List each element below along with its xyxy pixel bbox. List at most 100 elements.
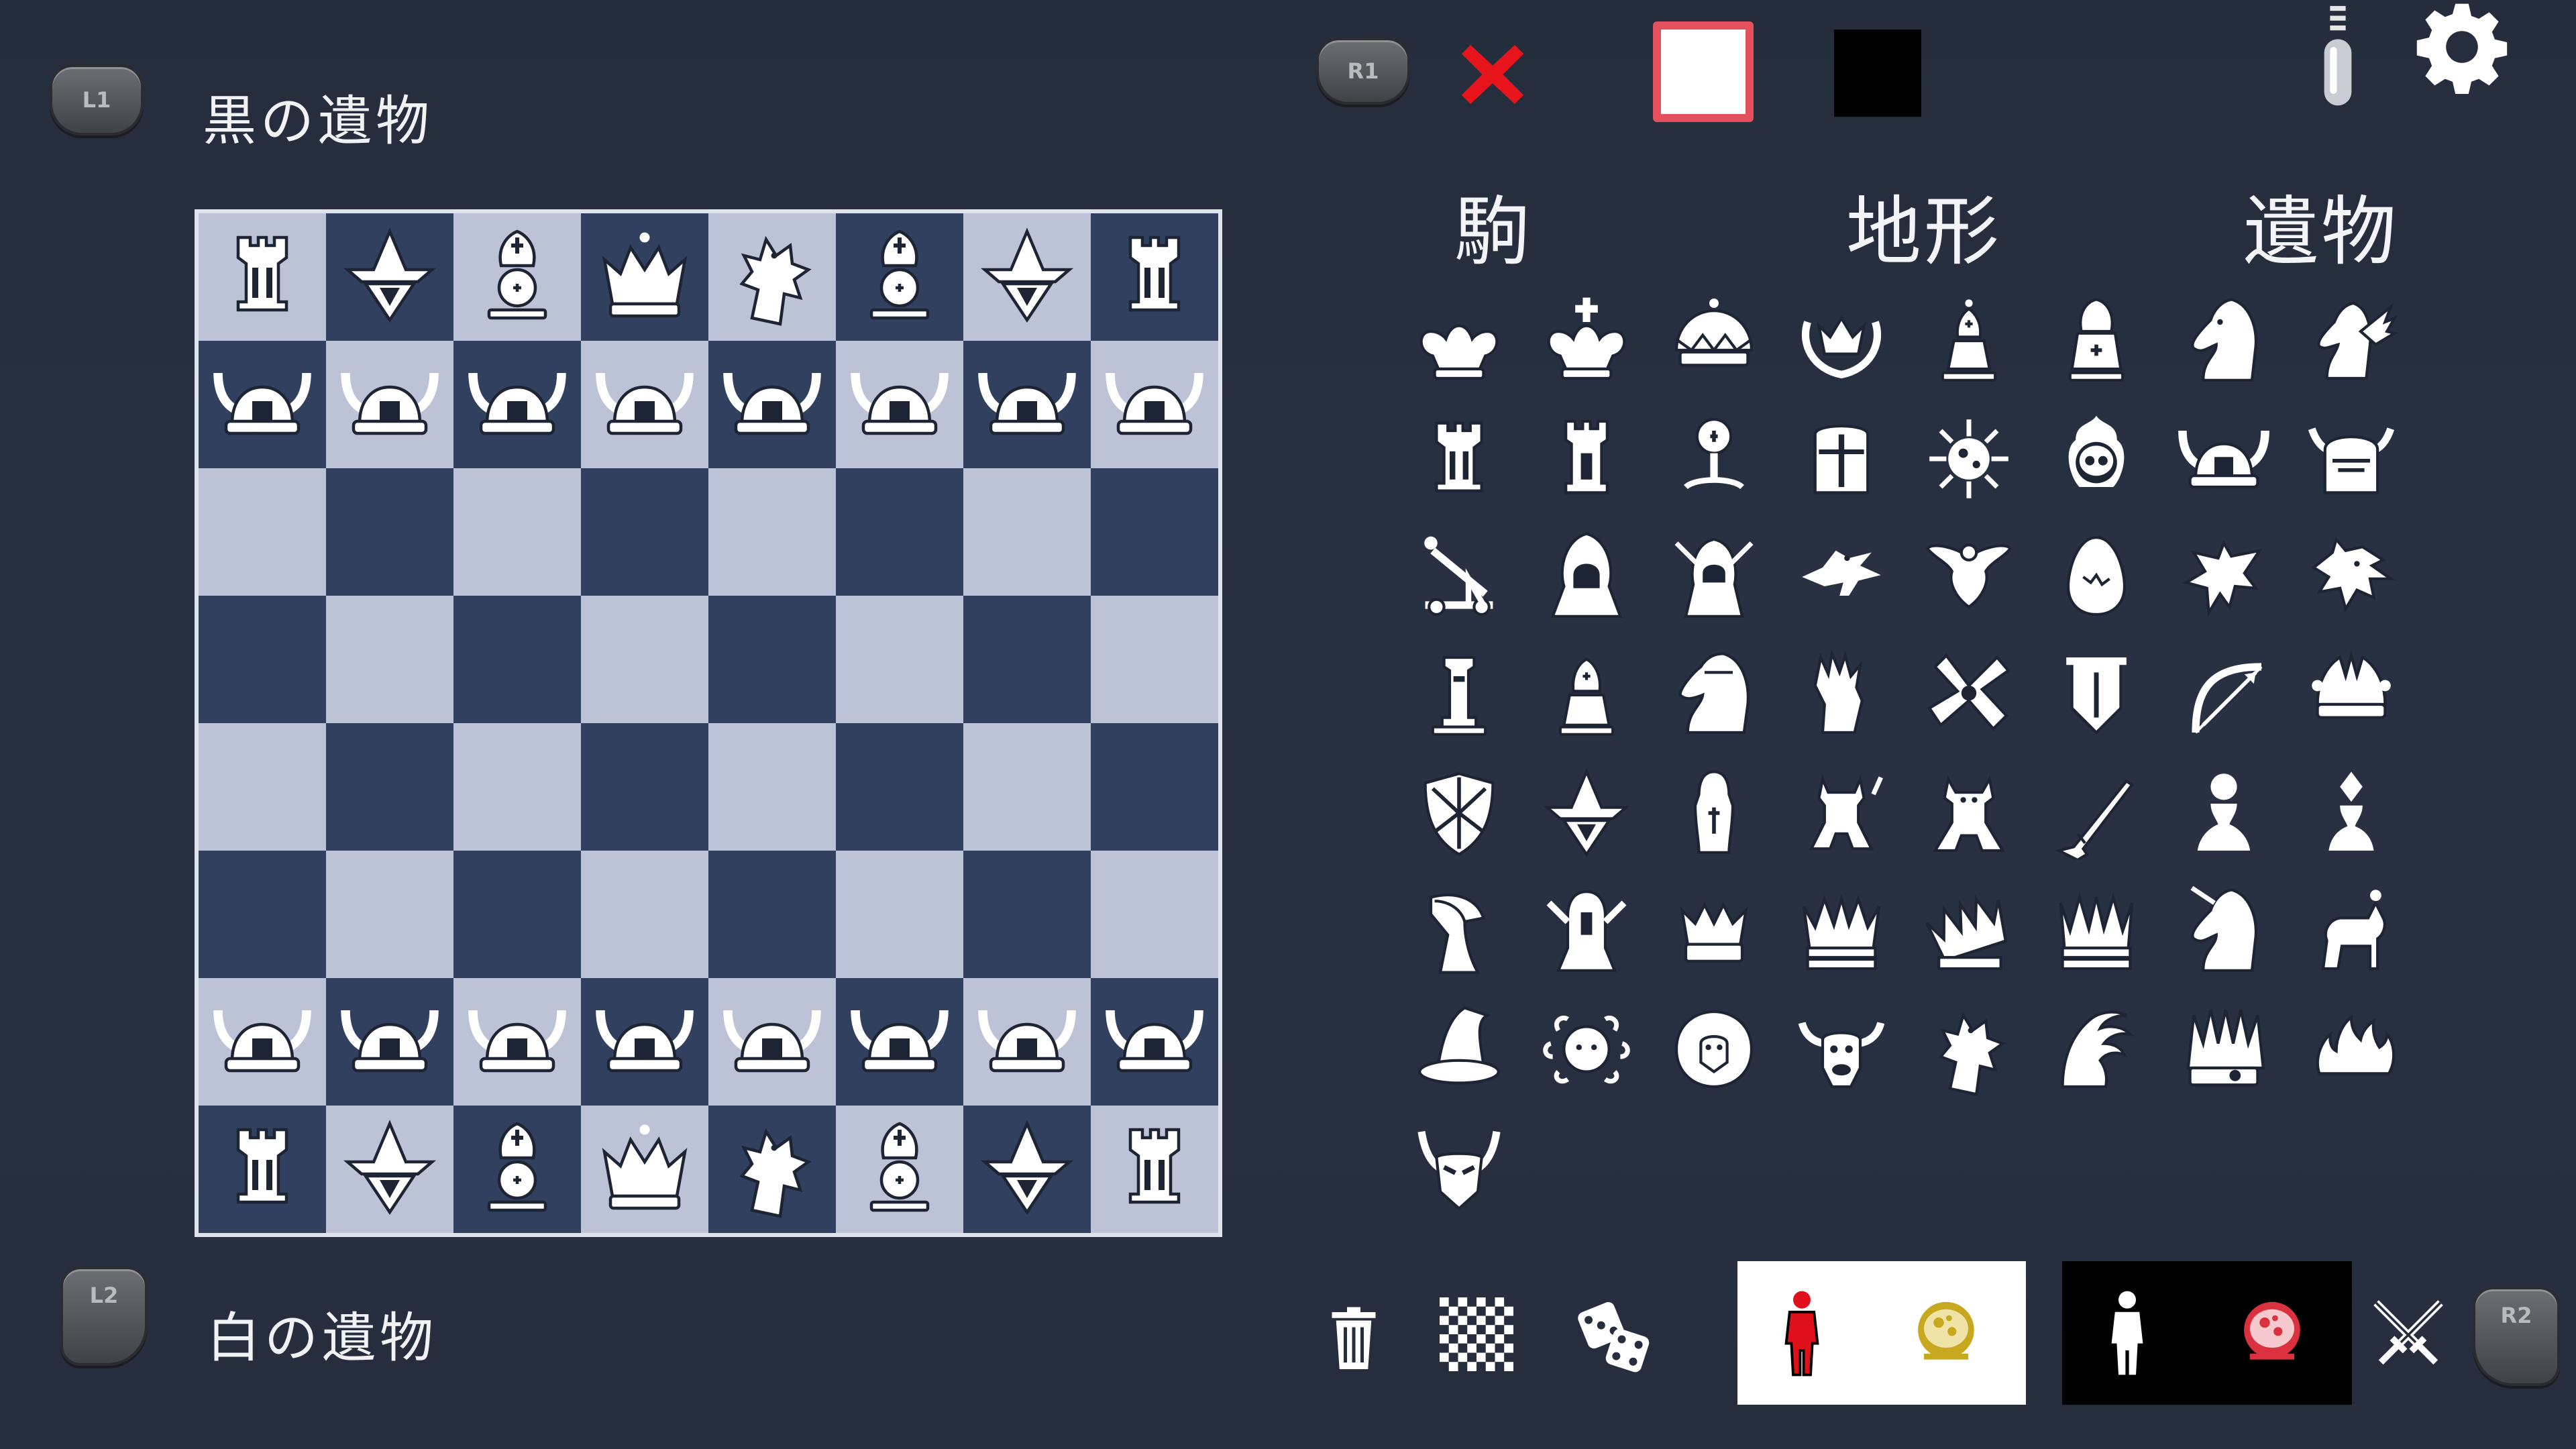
palette-king-cross-icon[interactable] (1523, 282, 1650, 400)
palette-wizard-icon[interactable] (1523, 754, 1650, 872)
wizard-icon[interactable] (339, 1118, 440, 1221)
palette-chaos-icon[interactable] (1905, 636, 2033, 754)
palette-horned-mask-icon[interactable] (1395, 1108, 1523, 1226)
palette-egg-icon[interactable] (2033, 518, 2160, 636)
board-square[interactable] (836, 341, 963, 468)
board-square[interactable] (326, 468, 453, 596)
board-square[interactable] (1091, 1106, 1218, 1233)
board-square[interactable] (963, 213, 1091, 341)
board-square[interactable] (708, 723, 836, 851)
board-square[interactable] (581, 341, 708, 468)
palette-hydra-icon[interactable] (2033, 990, 2160, 1108)
viking-icon[interactable] (977, 990, 1077, 1093)
board-square[interactable] (199, 468, 326, 596)
board-square[interactable] (708, 213, 836, 341)
board-square[interactable] (199, 723, 326, 851)
palette-griffin-icon[interactable] (1905, 990, 2033, 1108)
griffin-icon[interactable] (722, 1118, 822, 1221)
palette-unicorn-icon[interactable] (2160, 872, 2288, 990)
palette-lion-icon[interactable] (1650, 990, 1778, 1108)
palette-pawn-icon[interactable] (2160, 754, 2288, 872)
r1-button[interactable]: R1 (1316, 38, 1410, 105)
board-square[interactable] (836, 596, 963, 723)
board-square[interactable] (453, 213, 581, 341)
rook-icon[interactable] (1104, 225, 1205, 329)
palette-skull-icon[interactable] (2033, 400, 2160, 518)
bishop-icon[interactable] (849, 225, 950, 329)
board-square[interactable] (708, 1106, 836, 1233)
r2-button[interactable]: R2 (2473, 1287, 2560, 1386)
palette-king-icon[interactable] (1395, 282, 1523, 400)
board-square[interactable] (326, 1106, 453, 1233)
palette-banner-icon[interactable] (2033, 636, 2160, 754)
palette-musket-icon[interactable] (2033, 754, 2160, 872)
board-square[interactable] (326, 341, 453, 468)
palette-cleric-icon[interactable] (1650, 400, 1778, 518)
rook-icon[interactable] (1104, 1118, 1205, 1221)
board-square[interactable] (1091, 341, 1218, 468)
viking-icon[interactable] (467, 990, 568, 1093)
queen-icon[interactable] (594, 225, 695, 329)
palette-flame-crown-icon[interactable] (2288, 990, 2415, 1108)
tab-terrain[interactable]: 地形 (1846, 171, 2002, 280)
board-square[interactable] (326, 723, 453, 851)
board-square[interactable] (453, 596, 581, 723)
board-square[interactable] (453, 1106, 581, 1233)
viking-icon[interactable] (977, 353, 1077, 456)
palette-bishop-plain-icon[interactable] (1523, 636, 1650, 754)
white-side-panel[interactable] (1737, 1261, 2026, 1405)
viking-icon[interactable] (722, 990, 822, 1093)
palette-reaper-icon[interactable] (1395, 872, 1523, 990)
palette-centaur-icon[interactable] (2288, 872, 2415, 990)
board-square[interactable] (453, 851, 581, 978)
board-square[interactable] (199, 341, 326, 468)
palette-laurel-crown-icon[interactable] (1778, 282, 1905, 400)
board-square[interactable] (836, 978, 963, 1106)
palette-fist-icon[interactable] (1778, 636, 1905, 754)
l1-button[interactable]: L1 (50, 64, 144, 136)
board-square[interactable] (199, 1106, 326, 1233)
black-side-panel[interactable] (2062, 1261, 2352, 1405)
palette-virus-icon[interactable] (1905, 400, 2033, 518)
settings-gear-icon[interactable] (2415, 0, 2509, 94)
viking-icon[interactable] (339, 353, 440, 456)
palette-monk-icon[interactable] (1650, 754, 1778, 872)
board-square[interactable] (1091, 978, 1218, 1106)
rook-icon[interactable] (212, 225, 313, 329)
palette-cardinal-icon[interactable] (2033, 282, 2160, 400)
l2-button[interactable]: L2 (60, 1267, 148, 1366)
bishop-icon[interactable] (849, 1118, 950, 1221)
dice-icon[interactable] (1574, 1295, 1654, 1375)
palette-demon-icon[interactable] (1778, 754, 1905, 872)
viking-icon[interactable] (339, 990, 440, 1093)
viking-icon[interactable] (212, 353, 313, 456)
board-square[interactable] (836, 851, 963, 978)
board-square[interactable] (708, 978, 836, 1106)
board-square[interactable] (708, 596, 836, 723)
crossed-swords-icon[interactable] (2368, 1295, 2449, 1375)
board-square[interactable] (963, 723, 1091, 851)
palette-shield-icon[interactable] (1395, 754, 1523, 872)
palette-pawn-diamond-icon[interactable] (2288, 754, 2415, 872)
palette-dragon-icon[interactable] (2288, 518, 2415, 636)
palette-minotaur-icon[interactable] (1778, 990, 1905, 1108)
palette-pegasus-icon[interactable] (2288, 282, 2415, 400)
griffin-icon[interactable] (722, 225, 822, 329)
palette-catapult-icon[interactable] (1395, 518, 1523, 636)
board-square[interactable] (1091, 213, 1218, 341)
palette-knight-icon[interactable] (2160, 282, 2288, 400)
board-square[interactable] (199, 596, 326, 723)
board-square[interactable] (963, 468, 1091, 596)
board-square[interactable] (1091, 851, 1218, 978)
palette-bow-icon[interactable] (2160, 636, 2288, 754)
board-square[interactable] (453, 341, 581, 468)
tab-relics[interactable]: 遺物 (2243, 171, 2399, 280)
palette-witch-hat-icon[interactable] (1395, 990, 1523, 1108)
trash-icon[interactable] (1328, 1305, 1379, 1373)
board-square[interactable] (963, 341, 1091, 468)
bishop-icon[interactable] (467, 225, 568, 329)
palette-phoenix-icon[interactable] (1905, 518, 2033, 636)
wizard-icon[interactable] (977, 225, 1077, 329)
board-square[interactable] (1091, 723, 1218, 851)
palette-wyvern-icon[interactable] (2160, 518, 2288, 636)
